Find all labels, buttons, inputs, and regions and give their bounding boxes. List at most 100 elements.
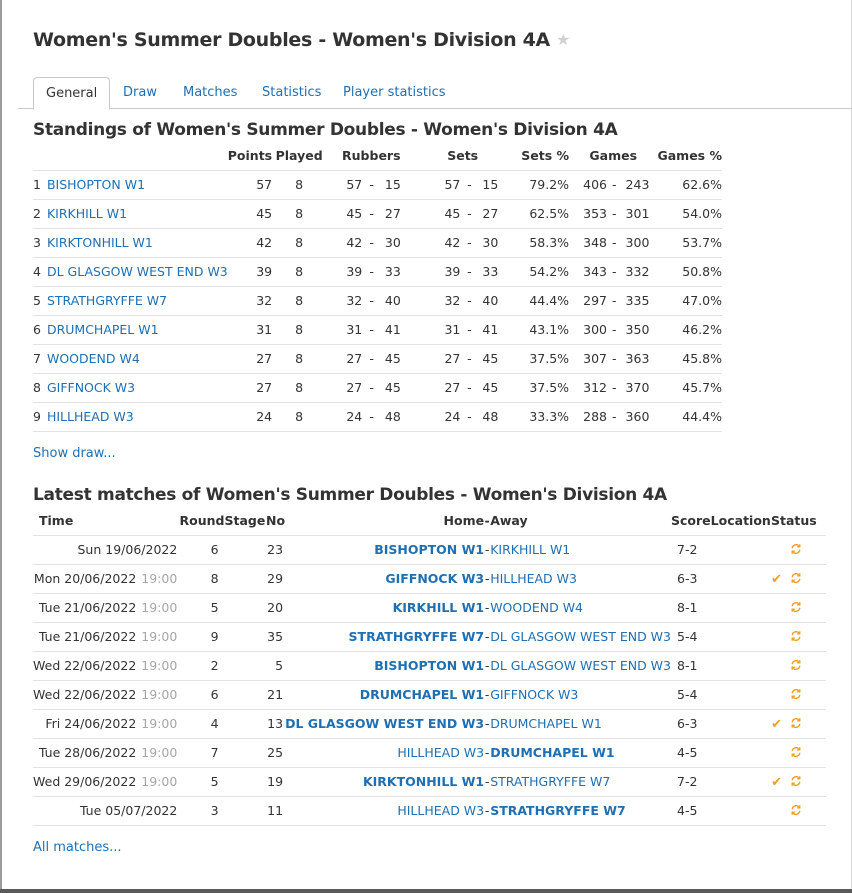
away-team-cell: DRUMCHAPEL W1 (490, 708, 671, 738)
rubbers-won: 42 (326, 227, 363, 257)
away-team-link[interactable]: DL GLASGOW WEST END W3 (490, 658, 671, 673)
team-link[interactable]: GIFFNOCK W3 (47, 380, 135, 395)
home-team-link[interactable]: KIRKTONHILL W1 (363, 774, 484, 789)
sets-separator: - (460, 401, 479, 432)
match-time: 19:00 (141, 600, 178, 615)
rubbers-lost: 33 (380, 256, 417, 286)
refresh-icon[interactable] (790, 746, 802, 761)
rubbers-won: 27 (326, 372, 363, 402)
away-team-link[interactable]: DRUMCHAPEL W1 (490, 716, 602, 731)
games-lost: 335 (621, 285, 658, 315)
games-pct: 45.8% (657, 343, 722, 373)
refresh-icon[interactable] (790, 630, 802, 645)
match-number: 19 (265, 766, 286, 796)
home-team-link[interactable]: STRATHGRYFFE W7 (349, 629, 485, 644)
team-link[interactable]: BISHOPTON W1 (47, 177, 145, 192)
home-team-cell: KIRKHILL W1 (285, 592, 485, 622)
team-link[interactable]: WOODEND W4 (47, 351, 140, 366)
played: 8 (272, 314, 327, 344)
all-matches-link[interactable]: All matches... (33, 840, 122, 855)
away-team-link[interactable]: WOODEND W4 (490, 600, 583, 615)
match-date: Wed 22/06/2022 (33, 658, 137, 673)
match-stage (224, 534, 266, 564)
score-header: Score (671, 513, 711, 529)
games-separator: - (607, 401, 622, 432)
refresh-icon[interactable] (790, 601, 802, 616)
away-team-link[interactable]: GIFFNOCK W3 (490, 687, 578, 702)
home-team-link[interactable]: BISHOPTON W1 (374, 542, 484, 557)
sets-pct: 33.3% (508, 401, 570, 432)
refresh-icon[interactable] (790, 717, 802, 732)
match-time-cell: Wed 22/06/2022 19:00 (33, 679, 180, 709)
team-link[interactable]: DL GLASGOW WEST END W3 (47, 264, 228, 279)
refresh-icon[interactable] (790, 804, 802, 819)
match-round: 5 (179, 592, 225, 622)
refresh-icon[interactable] (790, 688, 802, 703)
home-team-link[interactable]: HILLHEAD W3 (397, 745, 484, 760)
sets-pct: 37.5% (508, 372, 570, 402)
team-link[interactable]: STRATHGRYFFE W7 (47, 293, 167, 308)
match-number: 29 (265, 563, 286, 593)
match-time-cell: Fri 24/06/2022 19:00 (33, 708, 180, 738)
played: 8 (272, 401, 327, 432)
home-team-cell: KIRKTONHILL W1 (285, 766, 485, 796)
home-team-link[interactable]: KIRKHILL W1 (393, 600, 485, 615)
tab-general[interactable]: General (33, 77, 111, 110)
home-team-link[interactable]: DRUMCHAPEL W1 (360, 687, 484, 702)
home-team-link[interactable]: BISHOPTON W1 (374, 658, 484, 673)
match-date: Tue 21/06/2022 (38, 629, 137, 644)
away-team-link[interactable]: STRATHGRYFFE W7 (490, 774, 610, 789)
match-time-cell: Tue 21/06/2022 19:00 (33, 592, 180, 622)
refresh-icon[interactable] (790, 572, 802, 587)
sets-won: 27 (416, 343, 461, 373)
tab-player-statistics[interactable]: Player statistics (343, 77, 446, 109)
team-link[interactable]: KIRKTONHILL W1 (47, 235, 153, 250)
standings-row: 3 KIRKTONHILL W1 42 8 42-30 42-30 58.3% 348-300… (33, 227, 722, 257)
match-date: Sun 19/06/2022 (77, 542, 178, 557)
refresh-icon[interactable] (790, 659, 802, 674)
team-link[interactable]: DRUMCHAPEL W1 (47, 322, 159, 337)
star-icon[interactable]: ★ (556, 30, 570, 49)
team-link[interactable]: KIRKHILL W1 (47, 206, 127, 221)
sets-separator: - (460, 169, 479, 199)
time-header: Time (39, 513, 74, 529)
match-score: 4-5 (671, 737, 711, 767)
home-team-link[interactable]: HILLHEAD W3 (397, 803, 484, 818)
tab-draw[interactable]: Draw (123, 77, 157, 109)
away-team-cell: HILLHEAD W3 (490, 563, 671, 593)
home-team-link[interactable]: GIFFNOCK W3 (385, 571, 484, 586)
away-team-cell: DL GLASGOW WEST END W3 (490, 650, 671, 680)
show-draw-link[interactable]: Show draw... (33, 446, 116, 461)
games-separator: - (607, 343, 622, 373)
match-location (710, 679, 771, 709)
away-team-link[interactable]: DL GLASGOW WEST END W3 (490, 629, 671, 644)
points: 42 (227, 227, 273, 257)
away-team-link[interactable]: STRATHGRYFFE W7 (490, 803, 626, 818)
match-location (710, 737, 771, 767)
match-number: 35 (265, 621, 286, 651)
sets-won: 24 (416, 401, 461, 432)
tab-statistics[interactable]: Statistics (262, 77, 321, 109)
rubbers-separator: - (362, 343, 381, 373)
refresh-icon[interactable] (790, 543, 802, 558)
away-team-link[interactable]: DRUMCHAPEL W1 (490, 745, 614, 760)
away-header: Away (490, 513, 528, 529)
match-stage (224, 592, 266, 622)
match-number: 21 (265, 679, 286, 709)
team-link[interactable]: HILLHEAD W3 (47, 409, 134, 424)
away-team-link[interactable]: HILLHEAD W3 (490, 571, 577, 586)
tab-matches[interactable]: Matches (183, 77, 237, 109)
match-number: 25 (265, 737, 286, 767)
away-team-link[interactable]: KIRKHILL W1 (490, 542, 570, 557)
standings-row: 2 KIRKHILL W1 45 8 45-27 45-27 62.5% 353-301 54.… (33, 198, 722, 228)
match-stage (224, 795, 266, 826)
match-date: Wed 22/06/2022 (33, 687, 137, 702)
match-row: Mon 20/06/2022 19:00 8 29 GIFFNOCK W3- HILLHE… (33, 563, 826, 593)
match-location (710, 766, 771, 796)
home-team-link[interactable]: DL GLASGOW WEST END W3 (285, 716, 484, 731)
rubbers-lost: 40 (380, 285, 417, 315)
sets-separator: - (460, 285, 479, 315)
refresh-icon[interactable] (790, 775, 802, 790)
match-score: 8-1 (671, 650, 711, 680)
match-location (710, 534, 771, 564)
